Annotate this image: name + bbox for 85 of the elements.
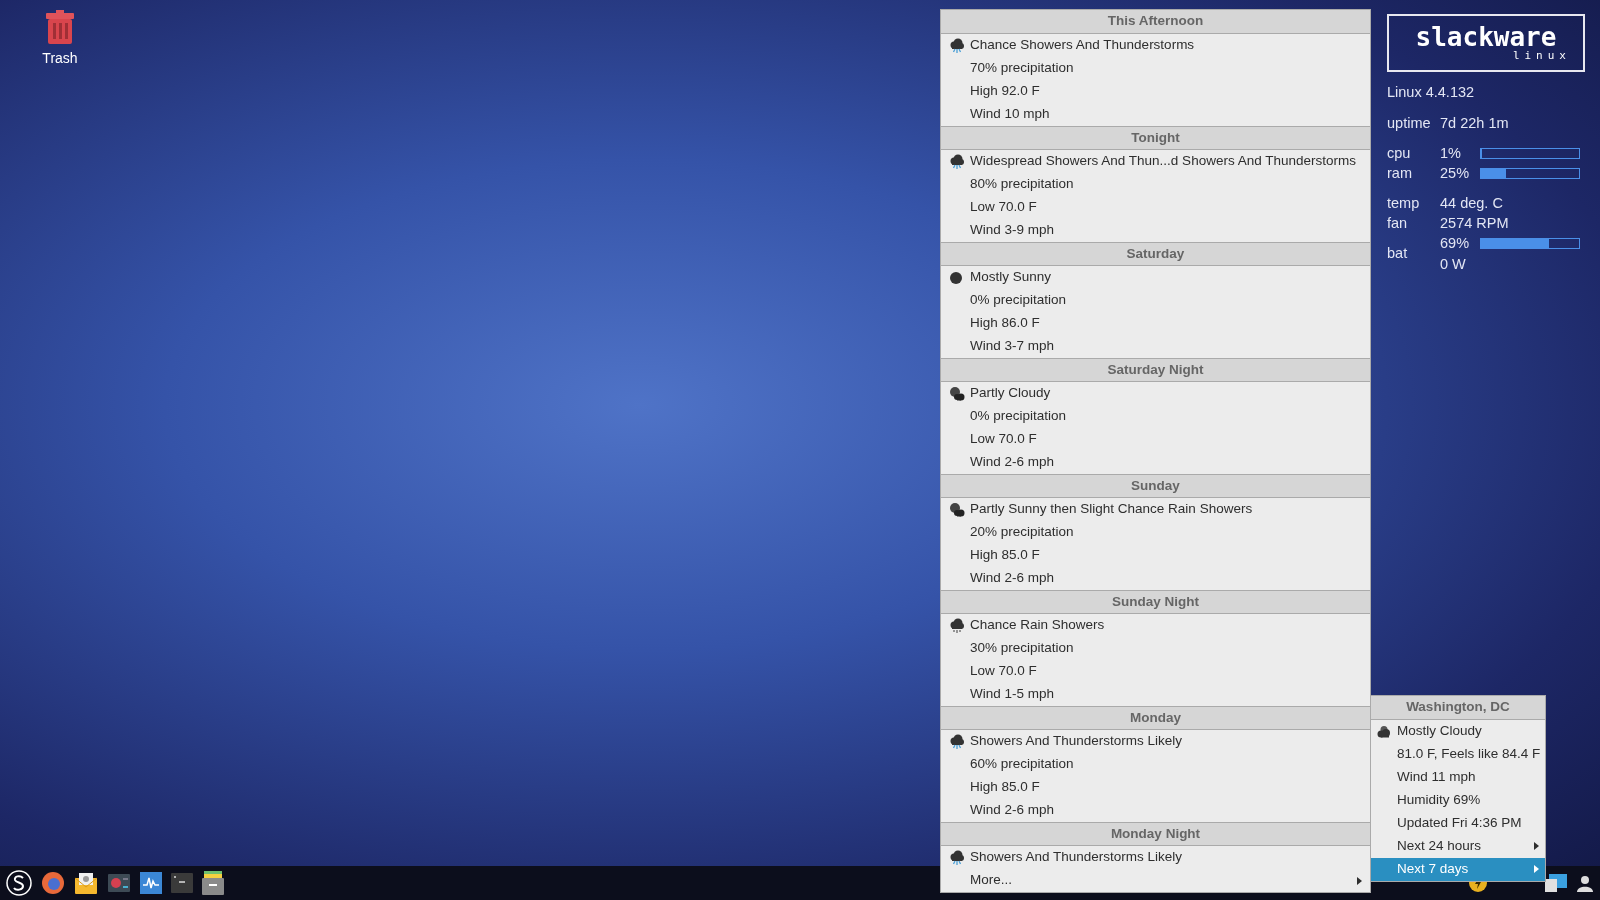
icon-label: Trash	[42, 49, 78, 68]
partly-cloudy-icon	[949, 501, 965, 518]
menu-item[interactable]: Showers And Thunderstorms Likely	[941, 730, 1370, 753]
section-header: Sunday Night	[941, 590, 1370, 614]
stat-label: uptime	[1387, 113, 1432, 133]
stat-value: 25%	[1440, 163, 1471, 183]
submenu-arrow-icon	[1534, 865, 1539, 873]
storm-cloud-icon	[949, 733, 965, 750]
logo-subtext: linux	[1512, 50, 1571, 62]
mail-icon[interactable]	[74, 872, 98, 894]
stat-label: cpu	[1387, 143, 1412, 163]
menu-item[interactable]: Next 7 days	[1371, 858, 1545, 881]
media-player-icon[interactable]	[107, 872, 131, 894]
menu-item[interactable]: 80% precipitation	[941, 173, 1370, 196]
menu-item[interactable]: Chance Showers And Thunderstorms	[941, 34, 1370, 57]
menu-item[interactable]: Wind 2-6 mph	[941, 799, 1370, 822]
storm-cloud-icon	[949, 849, 965, 866]
menu-header: Washington, DC	[1371, 696, 1545, 720]
cloud-icon	[1376, 724, 1392, 739]
storm-cloud-icon	[949, 153, 965, 170]
submenu-arrow-icon	[1357, 876, 1362, 885]
submenu-arrow-icon	[1534, 842, 1539, 850]
storm-cloud-icon	[949, 37, 965, 54]
menu-item[interactable]: Wind 3-7 mph	[941, 335, 1370, 358]
section-header: Tonight	[941, 126, 1370, 150]
partly-cloudy-icon	[949, 385, 965, 402]
menu-item[interactable]: High 85.0 F	[941, 544, 1370, 567]
menu-item[interactable]: Low 70.0 F	[941, 660, 1370, 683]
menu-item[interactable]: High 85.0 F	[941, 776, 1370, 799]
menu-item[interactable]: 60% precipitation	[941, 753, 1370, 776]
menu-item[interactable]: 0% precipitation	[941, 289, 1370, 312]
menu-item[interactable]: Partly Cloudy	[941, 382, 1370, 405]
menu-item[interactable]: 30% precipitation	[941, 637, 1370, 660]
trash-icon[interactable]	[44, 10, 76, 44]
menu-item[interactable]: Chance Rain Showers	[941, 614, 1370, 637]
menu-item[interactable]: High 92.0 F	[941, 80, 1370, 103]
logo-text: slackware	[1415, 24, 1557, 50]
menu-item[interactable]: Wind 2-6 mph	[941, 451, 1370, 474]
kernel-version: Linux 4.4.132	[1387, 83, 1476, 102]
menu-item[interactable]: Updated Fri 4:36 PM	[1371, 812, 1545, 835]
menu-item[interactable]: 81.0 F, Feels like 84.4 F	[1371, 743, 1545, 766]
menu-item[interactable]: Wind 2-6 mph	[941, 567, 1370, 590]
section-header: Saturday	[941, 242, 1370, 266]
menu-item[interactable]: Wind 11 mph	[1371, 766, 1545, 789]
menu-item[interactable]: Wind 10 mph	[941, 103, 1370, 126]
menu-item[interactable]: Widespread Showers And Thun...d Showers And Thunderstorms	[941, 150, 1370, 173]
browser-icon[interactable]	[41, 871, 65, 895]
menu-item[interactable]: High 86.0 F	[941, 312, 1370, 335]
stat-label: ram	[1387, 163, 1413, 183]
stat-label: temp	[1387, 193, 1421, 213]
menu-item[interactable]: Low 70.0 F	[941, 196, 1370, 219]
menu-item[interactable]: Next 24 hours	[1371, 835, 1545, 858]
stat-value: 44 deg. C	[1440, 193, 1503, 213]
section-header: Saturday Night	[941, 358, 1370, 382]
menu-item[interactable]: 20% precipitation	[941, 521, 1370, 544]
terminal-icon[interactable]	[171, 873, 193, 893]
system-monitor-icon[interactable]	[140, 872, 162, 894]
section-header: This Afternoon	[941, 10, 1370, 34]
stat-value: 1%	[1440, 143, 1462, 163]
section-header: Monday	[941, 706, 1370, 730]
section-header: Monday Night	[941, 822, 1370, 846]
stat-value: 0 W	[1440, 254, 1467, 274]
menu-item[interactable]: Humidity 69%	[1371, 789, 1545, 812]
rain-cloud-icon	[949, 617, 965, 634]
menu-item[interactable]: Mostly Cloudy	[1371, 720, 1545, 743]
menu-item[interactable]: Showers And Thunderstorms Likely	[941, 846, 1370, 869]
file-manager-icon[interactable]	[202, 871, 224, 895]
menu-item[interactable]: Wind 1-5 mph	[941, 683, 1370, 706]
stat-label: bat	[1387, 243, 1409, 263]
stat-label: fan	[1387, 213, 1409, 233]
menu-item[interactable]: Partly Sunny then Slight Chance Rain Showers	[941, 498, 1370, 521]
stat-value: 69%	[1440, 233, 1471, 253]
stat-value: 7d 22h 1m	[1440, 113, 1509, 133]
section-header: Sunday	[941, 474, 1370, 498]
menu-item[interactable]: Low 70.0 F	[941, 428, 1370, 451]
menu-item[interactable]: Wind 3-9 mph	[941, 219, 1370, 242]
menu-item[interactable]: More...	[941, 869, 1370, 892]
sun-icon	[949, 270, 963, 285]
window-icon[interactable]	[1545, 874, 1567, 892]
menu-item[interactable]: 0% precipitation	[941, 405, 1370, 428]
user-icon[interactable]	[1576, 874, 1594, 892]
stat-value: 2574 RPM	[1440, 213, 1509, 233]
menu-item[interactable]: Mostly Sunny	[941, 266, 1370, 289]
start-menu-icon[interactable]	[6, 870, 32, 896]
menu-item[interactable]: 70% precipitation	[941, 57, 1370, 80]
